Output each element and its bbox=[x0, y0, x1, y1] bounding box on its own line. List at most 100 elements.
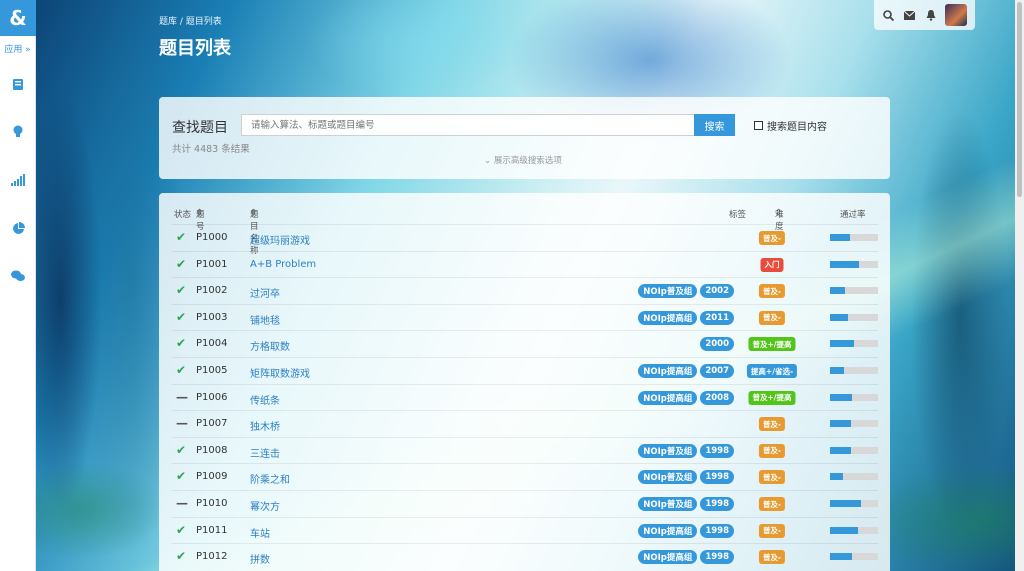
tag-badge[interactable]: 2011 bbox=[700, 310, 734, 325]
table-row[interactable]: ✔ P1012 拼数 NOIp提高组 1998 普及- bbox=[172, 543, 878, 569]
table-row[interactable]: ✔ P1011 车站 NOIp提高组 1998 普及- bbox=[172, 516, 878, 543]
user-avatar[interactable] bbox=[945, 4, 968, 26]
problem-tags: NOIp普及组 1998 bbox=[638, 470, 734, 485]
table-row[interactable]: — P1007 独木桥 普及- bbox=[172, 410, 878, 436]
difficulty-badge: 普及- bbox=[758, 417, 786, 432]
breadcrumb[interactable]: 题库 / 题目列表 bbox=[159, 14, 222, 27]
check-icon: ✔ bbox=[176, 363, 187, 377]
pass-rate-bar bbox=[830, 553, 878, 561]
tag-badge[interactable]: 1998 bbox=[700, 550, 734, 565]
page-scrollbar[interactable] bbox=[1015, 0, 1024, 571]
pass-rate-fill bbox=[830, 313, 849, 321]
tag-badge[interactable]: 1998 bbox=[700, 523, 734, 538]
page-title: 题目列表 bbox=[159, 38, 231, 59]
mail-icon[interactable] bbox=[903, 8, 917, 22]
difficulty-badge: 普及- bbox=[758, 497, 786, 511]
problem-tags: NOIp普及组 1998 bbox=[638, 443, 734, 458]
problem-name-link[interactable]: 幂次方 bbox=[250, 498, 280, 513]
tag-badge[interactable]: NOIp普及组 bbox=[638, 497, 698, 511]
tag-badge[interactable]: 1998 bbox=[700, 497, 734, 511]
problem-id: P1001 bbox=[196, 258, 228, 270]
pass-rate-fill bbox=[830, 473, 844, 481]
pass-rate-fill bbox=[830, 287, 846, 295]
problem-name-link[interactable]: 传纸条 bbox=[250, 392, 280, 407]
sort-icon: ⇕ bbox=[250, 208, 258, 218]
problem-name-link[interactable]: 拼数 bbox=[250, 551, 270, 566]
problem-name-link[interactable]: 方格取数 bbox=[250, 338, 290, 353]
problem-tags: NOIp提高组 2008 bbox=[638, 390, 734, 405]
difficulty-badge: 普及- bbox=[758, 284, 786, 299]
problem-name-link[interactable]: 超级玛丽游戏 bbox=[250, 232, 310, 247]
site-logo[interactable]: & bbox=[0, 0, 36, 36]
search-input[interactable] bbox=[241, 114, 695, 136]
table-row[interactable]: ✔ P1008 三连击 NOIp普及组 1998 普及- bbox=[172, 436, 878, 463]
problem-tags: NOIp提高组 1998 bbox=[638, 550, 734, 565]
search-panel: 查找题目 搜索 搜索题目内容 共计 4483 条结果 ⌄ 展示高级搜索选项 bbox=[159, 97, 890, 179]
book-icon[interactable] bbox=[0, 60, 36, 108]
sort-icon: ⇕ bbox=[775, 208, 783, 218]
problem-name-link[interactable]: 矩阵取数游戏 bbox=[250, 365, 310, 380]
tag-badge[interactable]: NOIp提高组 bbox=[638, 310, 698, 325]
problem-id: P1006 bbox=[196, 391, 228, 403]
table-row[interactable]: ✔ P1005 矩阵取数游戏 NOIp提高组 2007 提高+/省选- bbox=[172, 357, 878, 383]
tag-badge[interactable]: NOIp提高组 bbox=[638, 364, 698, 378]
column-pass-rate[interactable]: 通过率 bbox=[840, 208, 866, 220]
table-row[interactable]: ✔ P1004 方格取数 2000 普及+/提高 bbox=[172, 330, 878, 356]
problem-name-link[interactable]: 车站 bbox=[250, 525, 270, 540]
tag-badge[interactable]: NOIp提高组 bbox=[638, 390, 698, 405]
dash-icon: — bbox=[176, 416, 188, 431]
pass-rate-bar bbox=[830, 340, 878, 348]
difficulty-badge: 普及- bbox=[758, 470, 786, 485]
column-status: 状态 bbox=[174, 210, 192, 220]
tag-badge[interactable]: 2008 bbox=[700, 390, 734, 405]
pass-rate-fill bbox=[830, 367, 845, 374]
problem-name-link[interactable]: 铺地毯 bbox=[250, 312, 280, 327]
search-content-toggle[interactable]: 搜索题目内容 bbox=[754, 118, 827, 133]
advanced-search-toggle[interactable]: ⌄ 展示高级搜索选项 bbox=[484, 154, 562, 166]
search-content-checkbox[interactable] bbox=[754, 121, 763, 130]
tag-badge[interactable]: 1998 bbox=[700, 470, 734, 485]
tag-badge[interactable]: NOIp普及组 bbox=[638, 284, 698, 299]
scrollbar-thumb[interactable] bbox=[1017, 2, 1022, 197]
problem-name-link[interactable]: 三连击 bbox=[250, 445, 280, 460]
tag-badge[interactable]: NOIp提高组 bbox=[638, 523, 698, 538]
tag-badge[interactable]: 2002 bbox=[700, 284, 734, 299]
dash-icon: — bbox=[176, 389, 188, 404]
problem-name-link[interactable]: 阶乘之和 bbox=[250, 471, 290, 486]
bell-icon[interactable] bbox=[924, 8, 938, 22]
check-icon: ✔ bbox=[176, 283, 187, 298]
table-row[interactable]: ✔ P1002 过河卒 NOIp普及组 2002 普及- bbox=[172, 277, 878, 303]
bar-chart-icon[interactable] bbox=[0, 156, 36, 204]
problem-name-link[interactable]: 独木桥 bbox=[250, 418, 280, 433]
problem-id: P1007 bbox=[196, 418, 228, 430]
problem-list: 状态 题号 ⇕ 题目名称 ⇕ 标签 难度 ⇕ 通过率 ✔ P1000 超级玛丽游戏普… bbox=[159, 193, 890, 571]
pass-rate-bar bbox=[830, 473, 878, 481]
apps-link[interactable]: 应用 » bbox=[0, 36, 35, 60]
advanced-search-label: 展示高级搜索选项 bbox=[493, 156, 562, 166]
problem-name-link[interactable]: 过河卒 bbox=[250, 285, 280, 300]
table-row[interactable]: — P1006 传纸条 NOIp提高组 2008 普及+/提高 bbox=[172, 383, 878, 410]
problem-name-link[interactable]: A+B Problem bbox=[250, 259, 316, 270]
chat-icon[interactable] bbox=[0, 252, 36, 300]
table-row[interactable]: — P1010 幂次方 NOIp普及组 1998 普及- bbox=[172, 490, 878, 516]
problem-id: P1010 bbox=[196, 498, 228, 509]
tag-badge[interactable]: NOIp普及组 bbox=[638, 470, 698, 485]
search-icon[interactable] bbox=[882, 8, 896, 22]
lightbulb-icon[interactable] bbox=[0, 108, 36, 156]
table-row[interactable]: ✔ P1001 A+B Problem 入门 bbox=[172, 250, 878, 277]
tag-badge[interactable]: NOIp提高组 bbox=[638, 550, 698, 565]
problem-id: P1000 bbox=[196, 232, 228, 243]
pass-rate-fill bbox=[830, 553, 853, 561]
pass-rate-fill bbox=[830, 260, 859, 268]
search-content-label: 搜索题目内容 bbox=[767, 122, 827, 133]
tag-badge[interactable]: NOIp普及组 bbox=[638, 443, 698, 458]
tag-badge[interactable]: 2007 bbox=[700, 364, 734, 378]
pie-chart-icon[interactable] bbox=[0, 204, 36, 252]
tag-badge[interactable]: 2000 bbox=[700, 337, 734, 352]
table-row[interactable]: ✔ P1003 铺地毯 NOIp提高组 2011 普及- bbox=[172, 303, 878, 330]
table-row[interactable]: ✔ P1009 阶乘之和 NOIp普及组 1998 普及- bbox=[172, 463, 878, 489]
search-button[interactable]: 搜索 bbox=[694, 114, 735, 136]
difficulty-badge: 普及- bbox=[758, 231, 786, 245]
tag-badge[interactable]: 1998 bbox=[700, 443, 734, 458]
table-row[interactable]: ✔ P1000 超级玛丽游戏 普及- bbox=[172, 224, 878, 250]
